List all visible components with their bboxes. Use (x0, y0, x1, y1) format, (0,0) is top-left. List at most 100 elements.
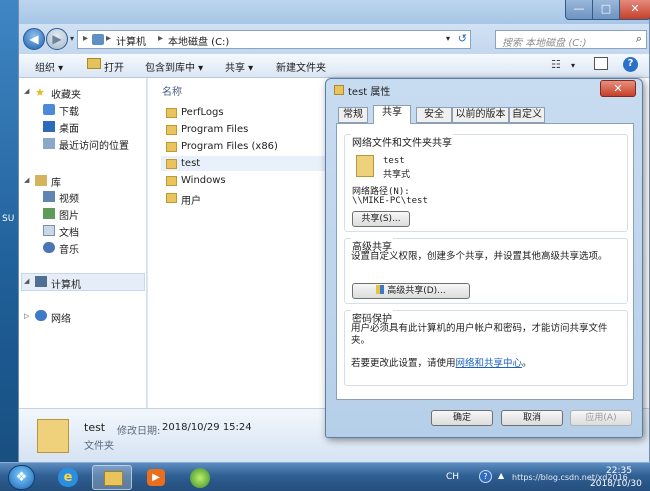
sharing-tab-panel: 网络文件和文件夹共享 test 共享式 网络路径(N): \\MIKE-PC\t… (336, 123, 634, 400)
nav-item-network[interactable]: 网络 (51, 310, 71, 325)
clock-time[interactable]: 22:35 (606, 466, 632, 476)
library-icon (35, 175, 47, 186)
dialog-close-button[interactable]: ✕ (600, 80, 636, 97)
downloads-icon (43, 104, 55, 115)
start-button[interactable]: ❖ (8, 465, 35, 490)
nav-item-favorites[interactable]: 收藏夹 (51, 86, 81, 101)
forward-button[interactable]: ▶ (46, 28, 68, 50)
taskbar-explorer[interactable] (92, 465, 132, 490)
video-icon (43, 191, 55, 202)
nav-item-libraries[interactable]: 库 (51, 174, 61, 189)
nav-item-music[interactable]: 音乐 (59, 241, 79, 256)
folder-icon[interactable] (166, 193, 177, 203)
column-header-name[interactable]: 名称 (162, 83, 182, 98)
forward-arrow-icon: ▶ (52, 32, 62, 46)
breadcrumb-separator[interactable]: ▸ (106, 33, 111, 44)
details-modified-label: 修改日期: (117, 426, 161, 437)
tab-general[interactable]: 常规 (338, 107, 368, 123)
list-item[interactable]: 用户 (181, 192, 201, 207)
list-item[interactable]: Program Files (x86) (181, 141, 278, 152)
folder-icon[interactable] (166, 142, 177, 152)
recent-pages-dropdown[interactable]: ▾ (70, 34, 74, 43)
breadcrumb-separator[interactable]: ▸ (158, 33, 163, 44)
advanced-sharing-button[interactable]: 高级共享(D)... (352, 283, 470, 299)
minimize-button[interactable]: — (565, 0, 593, 20)
share-button[interactable]: 共享(S)... (352, 211, 410, 227)
list-item[interactable]: Windows (181, 175, 226, 186)
view-dropdown-icon[interactable]: ▾ (571, 61, 575, 70)
open-folder-icon[interactable] (87, 58, 101, 69)
folder-icon (356, 155, 374, 177)
change-setting-suffix: 。 (522, 358, 532, 369)
breadcrumb-separator[interactable]: ▸ (83, 33, 88, 44)
group-title: 网络文件和文件夹共享 (351, 134, 453, 149)
show-hidden-icons-icon[interactable]: ▲ (498, 471, 504, 480)
breadcrumb-local-disk[interactable]: 本地磁盘 (C:) (168, 33, 229, 48)
taskbar-app[interactable] (180, 465, 220, 490)
tab-sharing[interactable]: 共享 (373, 105, 411, 124)
nav-item-documents[interactable]: 文档 (59, 224, 79, 239)
folder-icon[interactable] (166, 159, 177, 169)
list-item[interactable]: Program Files (181, 124, 248, 135)
taskbar-internet-explorer[interactable]: e (48, 465, 88, 490)
nav-item-downloads[interactable]: 下载 (59, 103, 79, 118)
change-setting-prefix: 若要更改此设置，请使用 (351, 358, 456, 369)
help-icon[interactable]: ? (623, 57, 638, 72)
preview-pane-icon[interactable] (594, 57, 608, 70)
share-with-button[interactable]: 共享 ▾ (225, 59, 253, 74)
include-in-library-button[interactable]: 包含到库中 ▾ (145, 59, 203, 74)
folder-icon[interactable] (166, 176, 177, 186)
folder-icon (37, 419, 69, 453)
uac-shield-icon (376, 285, 385, 294)
tab-previous-versions[interactable]: 以前的版本 (452, 107, 509, 123)
tab-security[interactable]: 安全 (416, 107, 452, 123)
nav-item-recent[interactable]: 最近访问的位置 (59, 137, 129, 152)
dialog-title: test 属性 (348, 87, 391, 98)
navigation-pane: ◢ ★ 收藏夹 下载 桌面 最近访问的位置 ◢ 库 视频 图片 文档 音乐 ◢ … (19, 78, 147, 408)
address-bar[interactable]: ▸ ▸ 计算机 ▸ 本地磁盘 (C:) ▾ ↺ (77, 30, 471, 49)
folder-icon[interactable] (166, 125, 177, 135)
close-button[interactable]: ✕ (619, 0, 650, 20)
apply-button[interactable]: 应用(A) (570, 410, 632, 426)
title-bar[interactable]: — □ ✕ (19, 0, 650, 24)
back-button[interactable]: ◀ (23, 28, 45, 50)
language-indicator[interactable]: CH (446, 472, 459, 482)
advanced-sharing-button-label: 高级共享(D)... (387, 286, 446, 296)
new-folder-button[interactable]: 新建文件夹 (276, 59, 326, 74)
share-state: 共享式 (383, 170, 411, 180)
network-sharing-center-link[interactable]: 网络和共享中心 (456, 358, 523, 369)
refresh-icon[interactable]: ↺ (458, 32, 467, 45)
tab-customize[interactable]: 自定义 (509, 107, 545, 123)
change-setting-text: 若要更改此设置，请使用网络和共享中心。 (351, 355, 532, 369)
change-view-icon[interactable]: ☷ (551, 58, 561, 71)
details-name: test (84, 421, 106, 434)
nav-item-pictures[interactable]: 图片 (59, 207, 79, 222)
organize-button[interactable]: 组织 ▾ (35, 59, 63, 74)
command-bar: 组织 ▾ 打开 包含到库中 ▾ 共享 ▾ 新建文件夹 ☷ ▾ ? (19, 54, 649, 78)
help-tray-icon[interactable]: ? (479, 470, 492, 483)
taskbar-media-player[interactable]: ▶ (136, 465, 176, 490)
expand-arrow-icon[interactable]: ◢ (24, 87, 29, 95)
expand-arrow-icon[interactable]: ▷ (24, 312, 29, 320)
list-item[interactable]: test (181, 158, 200, 169)
share-folder-name: test (383, 156, 405, 166)
expand-arrow-icon[interactable]: ◢ (24, 277, 29, 285)
address-dropdown-icon[interactable]: ▾ (446, 34, 450, 43)
folder-icon[interactable] (166, 108, 177, 118)
open-button[interactable]: 打开 (104, 59, 124, 74)
breadcrumb-computer[interactable]: 计算机 (116, 33, 146, 48)
expand-arrow-icon[interactable]: ◢ (24, 176, 29, 184)
list-item[interactable]: PerfLogs (181, 107, 224, 118)
ok-button[interactable]: 确定 (431, 410, 493, 426)
clock-date[interactable]: 2018/10/30 (590, 479, 642, 489)
music-icon (43, 242, 55, 253)
maximize-button[interactable]: □ (592, 0, 620, 20)
nav-item-computer[interactable]: 计算机 (51, 276, 81, 291)
cancel-button[interactable]: 取消 (501, 410, 563, 426)
search-input[interactable]: 搜索 本地磁盘 (C:) ⌕ (495, 30, 647, 49)
details-type: 文件夹 (84, 441, 114, 452)
nav-item-videos[interactable]: 视频 (59, 190, 79, 205)
nav-item-desktop[interactable]: 桌面 (59, 120, 79, 135)
search-icon[interactable]: ⌕ (636, 32, 642, 46)
advanced-sharing-group: 高级共享 设置自定义权限，创建多个共享，并设置其他高级共享选项。 高级共享(D)… (344, 238, 628, 304)
